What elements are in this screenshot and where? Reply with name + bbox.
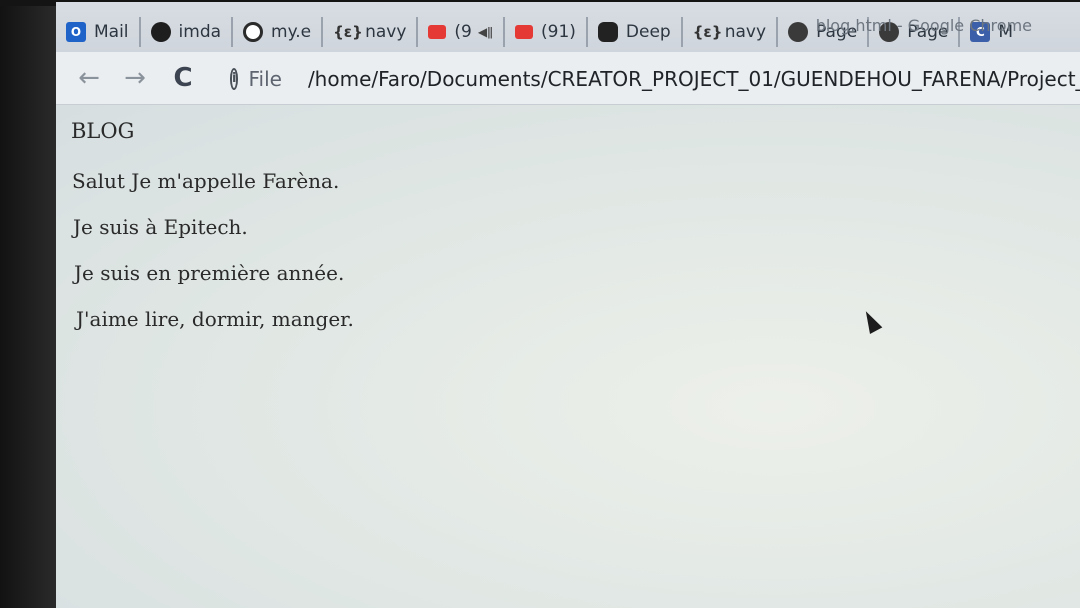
address-bar[interactable]: i File /home/Faro/Documents/CREATOR_PROJ… bbox=[214, 58, 1080, 100]
browser-window: O Mail imda my.e {ε} navy (9 ◀ǁ (91) Dee… bbox=[56, 2, 1080, 608]
bookmark-my-e[interactable]: my.e bbox=[233, 17, 324, 47]
paragraph: Salut Je m'appelle Farèna. bbox=[72, 169, 340, 193]
bookmark-label: Mail bbox=[94, 22, 129, 42]
bookmark-navy-2[interactable]: {ε} navy bbox=[683, 17, 779, 47]
bookmark-youtube-2[interactable]: (91) bbox=[505, 17, 588, 47]
bookmark-imda[interactable]: imda bbox=[141, 17, 234, 47]
browser-toolbar: ← → C i File /home/Faro/Documents/CREATO… bbox=[56, 52, 1080, 105]
bookmark-label: navy bbox=[724, 22, 767, 42]
scheme-label: File bbox=[248, 67, 282, 91]
url-text[interactable]: /home/Faro/Documents/CREATOR_PROJECT_01/… bbox=[308, 67, 1080, 91]
bookmark-deep[interactable]: Deep bbox=[588, 17, 683, 47]
globe-icon bbox=[788, 22, 809, 42]
paragraph: Je suis en première année. bbox=[74, 261, 345, 285]
deep-icon bbox=[597, 22, 618, 42]
brace-icon: {ε} bbox=[692, 23, 723, 41]
monitor-bezel bbox=[0, 0, 56, 608]
bookmark-label: Deep bbox=[625, 22, 671, 42]
radio-icon bbox=[243, 22, 264, 42]
outlook-icon: O bbox=[66, 22, 86, 42]
title-bar: O Mail imda my.e {ε} navy (9 ◀ǁ (91) Dee… bbox=[56, 2, 1080, 52]
bookmark-label: my.e bbox=[271, 22, 312, 42]
paragraph: Je suis à Epitech. bbox=[73, 215, 248, 239]
bookmark-label: (91) bbox=[541, 22, 576, 42]
youtube-icon bbox=[428, 25, 447, 39]
page-content: BLOG Salut Je m'appelle Farèna. Je suis … bbox=[56, 105, 1080, 608]
speaker-icon: ◀ǁ bbox=[477, 25, 494, 39]
bookmark-label: (9 bbox=[454, 22, 472, 42]
monitor-screen: O Mail imda my.e {ε} navy (9 ◀ǁ (91) Dee… bbox=[0, 0, 1080, 608]
bookmark-youtube-1[interactable]: (9 ◀ǁ bbox=[418, 17, 506, 47]
window-title: blog.html - Google Chrome bbox=[815, 16, 1032, 35]
info-icon[interactable]: i bbox=[230, 68, 239, 90]
bookmark-label: navy bbox=[365, 22, 407, 42]
mouse-cursor-icon bbox=[859, 308, 883, 334]
paragraph: J'aime lire, dormir, manger. bbox=[76, 307, 354, 331]
bookmark-label: imda bbox=[178, 22, 222, 42]
back-button[interactable]: ← bbox=[74, 64, 104, 94]
forward-button[interactable]: → bbox=[120, 64, 150, 94]
reload-button[interactable]: C bbox=[168, 64, 198, 94]
page-heading: BLOG bbox=[71, 119, 135, 143]
bookmark-mail[interactable]: O Mail bbox=[56, 17, 141, 47]
youtube-icon bbox=[515, 25, 534, 39]
brace-icon: {ε} bbox=[333, 23, 363, 41]
bookmark-navy[interactable]: {ε} navy bbox=[323, 17, 419, 47]
github-icon bbox=[150, 22, 171, 42]
